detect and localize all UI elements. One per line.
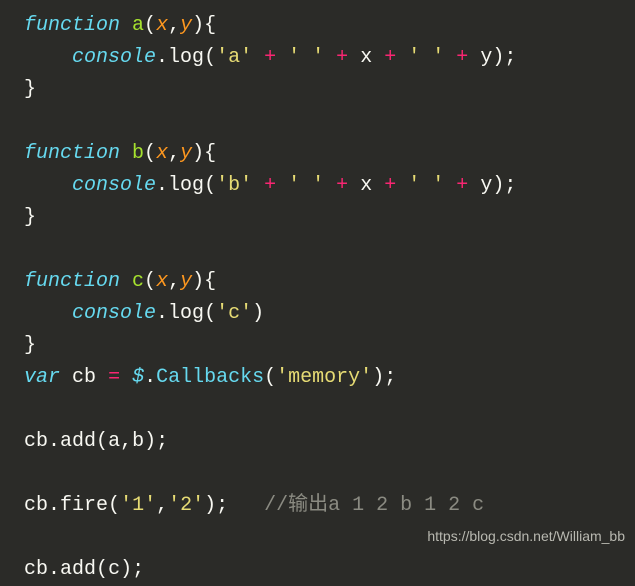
- keyword-function: function: [24, 14, 120, 37]
- log-method: log: [168, 302, 204, 325]
- arg-c: c: [108, 558, 120, 581]
- var-x: x: [360, 174, 372, 197]
- log-method: log: [168, 174, 204, 197]
- add-method: add: [60, 430, 96, 453]
- string-space: ' ': [408, 174, 444, 197]
- add-method: add: [60, 558, 96, 581]
- param-x: x: [156, 270, 168, 293]
- arg-a: a: [108, 430, 120, 453]
- func-name-a: a: [132, 14, 144, 37]
- keyword-function: function: [24, 142, 120, 165]
- callbacks-method: Callbacks: [156, 366, 264, 389]
- param-y: y: [180, 270, 192, 293]
- keyword-var: var: [24, 366, 60, 389]
- var-cb: cb: [24, 558, 48, 581]
- var-cb: cb: [24, 494, 48, 517]
- watermark: https://blog.csdn.net/William_bb: [427, 520, 625, 552]
- console-obj: console: [72, 302, 156, 325]
- string-memory: 'memory': [276, 366, 372, 389]
- console-obj: console: [72, 46, 156, 69]
- string-2: '2': [168, 494, 204, 517]
- string-1: '1': [120, 494, 156, 517]
- func-name-c: c: [132, 270, 144, 293]
- string-space: ' ': [408, 46, 444, 69]
- var-cb: cb: [72, 366, 96, 389]
- var-y: y: [480, 46, 492, 69]
- param-y: y: [180, 14, 192, 37]
- var-cb: cb: [24, 430, 48, 453]
- param-x: x: [156, 14, 168, 37]
- comment: //输出a 1 2 b 1 2 c: [264, 494, 484, 517]
- param-x: x: [156, 142, 168, 165]
- fire-method: fire: [60, 494, 108, 517]
- code-block: function a(x,y){ console.log('a' + ' ' +…: [0, 0, 635, 586]
- dollar-obj: $: [132, 366, 144, 389]
- func-name-b: b: [132, 142, 144, 165]
- console-obj: console: [72, 174, 156, 197]
- var-x: x: [360, 46, 372, 69]
- string-a: 'a': [216, 46, 252, 69]
- string-space: ' ': [288, 174, 324, 197]
- var-y: y: [480, 174, 492, 197]
- string-c: 'c': [216, 302, 252, 325]
- keyword-function: function: [24, 270, 120, 293]
- param-y: y: [180, 142, 192, 165]
- string-b: 'b': [216, 174, 252, 197]
- string-space: ' ': [288, 46, 324, 69]
- log-method: log: [168, 46, 204, 69]
- arg-b: b: [132, 430, 144, 453]
